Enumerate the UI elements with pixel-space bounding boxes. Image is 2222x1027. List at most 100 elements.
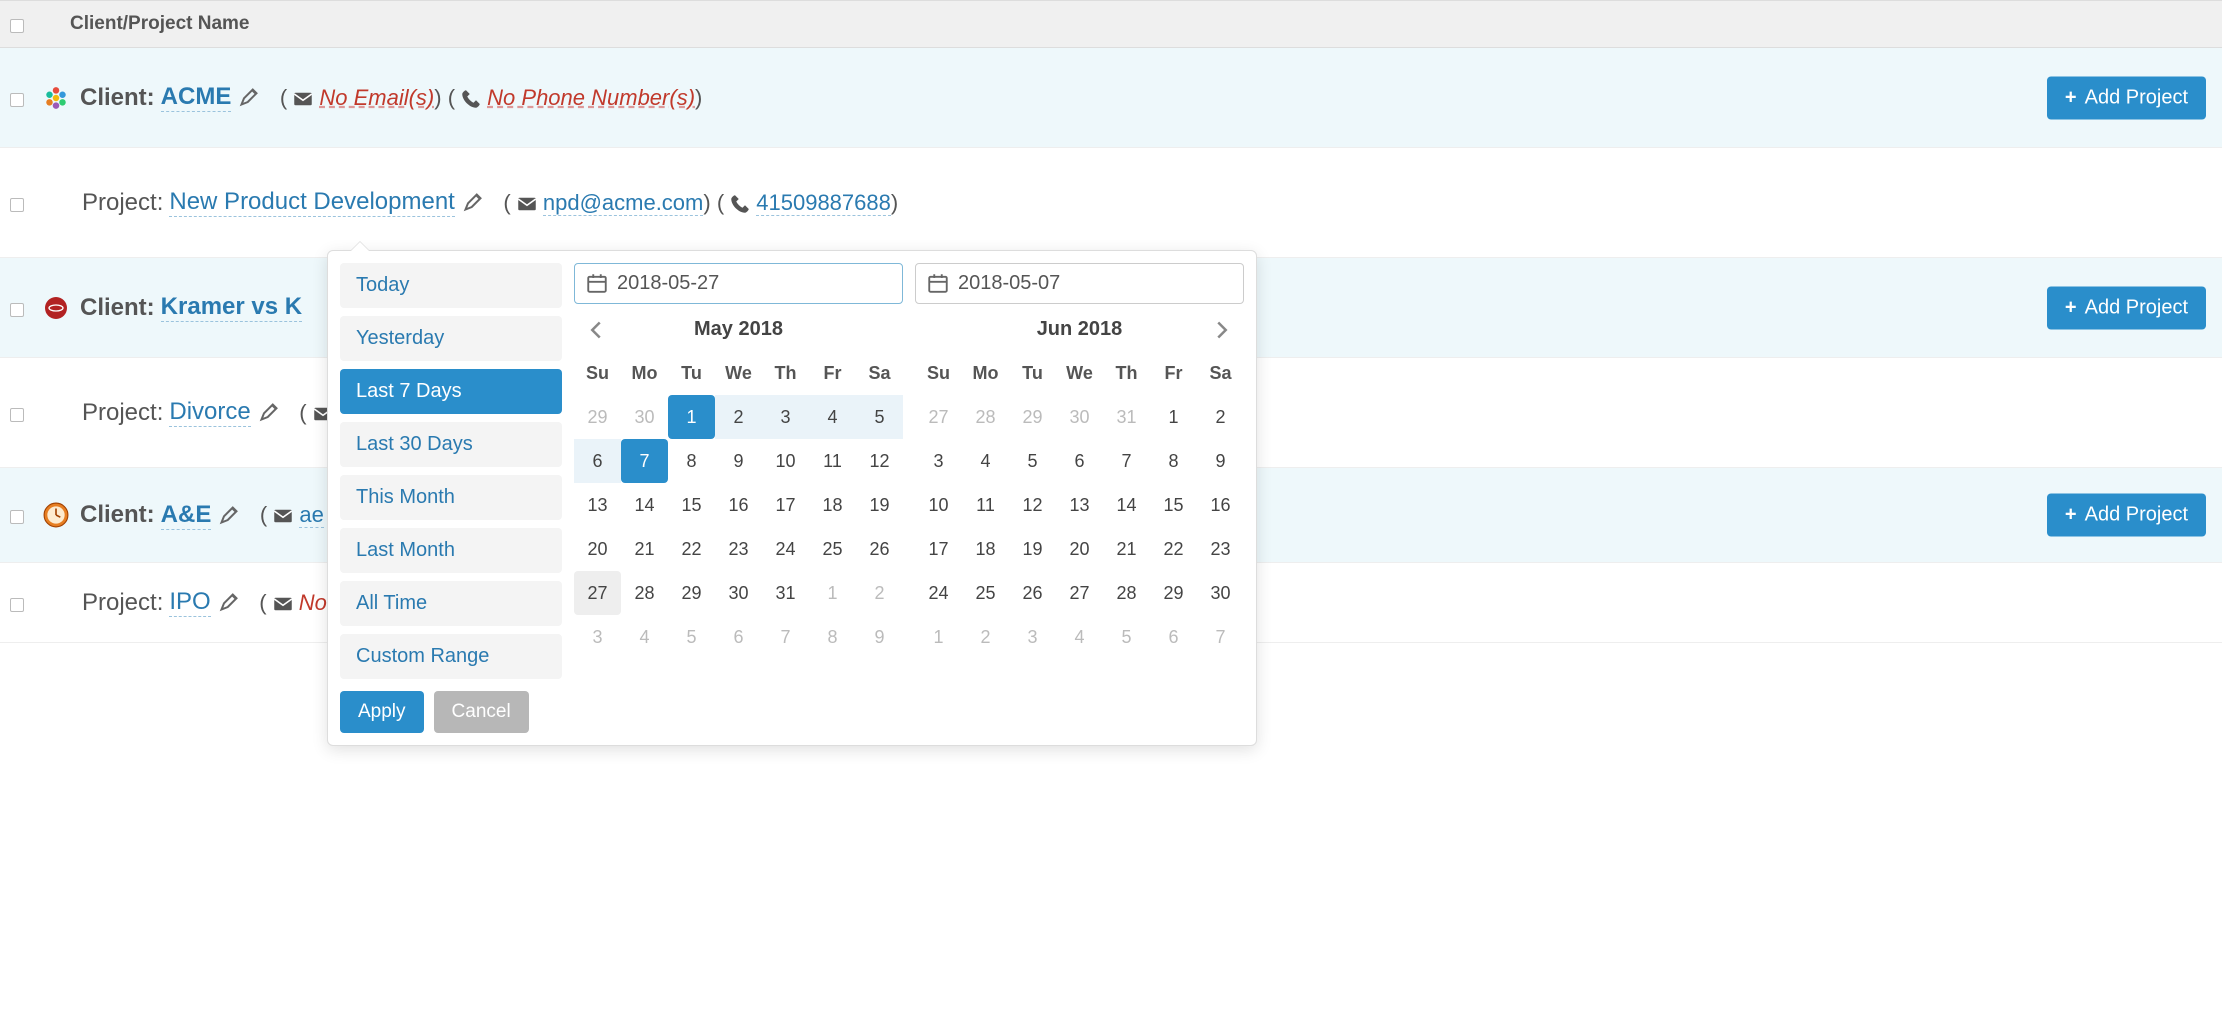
project-phone-link[interactable]: 41509887688 <box>756 190 891 216</box>
calendar-day[interactable]: 11 <box>809 439 856 483</box>
calendar-day[interactable]: 7 <box>1103 439 1150 483</box>
calendar-day[interactable]: 3 <box>762 395 809 439</box>
calendar-day[interactable]: 22 <box>1150 527 1197 571</box>
range-preset[interactable]: Today <box>340 263 562 308</box>
calendar-day[interactable]: 13 <box>574 483 621 527</box>
calendar-day[interactable]: 22 <box>668 527 715 571</box>
next-month-button[interactable] <box>1206 313 1238 346</box>
calendar-day[interactable]: 14 <box>621 483 668 527</box>
project-name-link[interactable]: Divorce <box>169 398 250 427</box>
calendar-day[interactable]: 10 <box>915 483 962 527</box>
calendar-day[interactable]: 1 <box>668 395 715 439</box>
calendar-day[interactable]: 12 <box>1009 483 1056 527</box>
calendar-day[interactable]: 23 <box>715 527 762 571</box>
calendar-day[interactable]: 16 <box>715 483 762 527</box>
client-name-link[interactable]: ACME <box>161 83 232 112</box>
range-preset[interactable]: Last 7 Days <box>340 369 562 414</box>
edit-client-icon[interactable] <box>239 87 259 109</box>
calendar-day[interactable]: 30 <box>715 571 762 615</box>
calendar-day[interactable]: 10 <box>762 439 809 483</box>
calendar-day[interactable]: 26 <box>1009 571 1056 615</box>
calendar-day[interactable]: 9 <box>715 439 762 483</box>
apply-button[interactable]: Apply <box>340 691 424 733</box>
add-project-button[interactable]: +Add Project <box>2047 76 2206 119</box>
calendar-day[interactable]: 31 <box>762 571 809 615</box>
edit-project-icon[interactable] <box>259 402 279 424</box>
calendar-day[interactable]: 15 <box>668 483 715 527</box>
client-name-link[interactable]: Kramer vs K <box>161 293 302 322</box>
end-date-input-wrap[interactable] <box>915 263 1244 304</box>
calendar-day[interactable]: 2 <box>1197 395 1244 439</box>
edit-project-icon[interactable] <box>463 192 483 214</box>
calendar-day[interactable]: 17 <box>915 527 962 571</box>
calendar-day[interactable]: 3 <box>915 439 962 483</box>
calendar-day[interactable]: 5 <box>1009 439 1056 483</box>
calendar-day[interactable]: 17 <box>762 483 809 527</box>
calendar-day[interactable]: 5 <box>856 395 903 439</box>
calendar-day[interactable]: 27 <box>1056 571 1103 615</box>
project-name-link[interactable]: IPO <box>169 588 210 617</box>
edit-project-icon[interactable] <box>219 592 239 614</box>
calendar-day[interactable]: 2 <box>715 395 762 439</box>
add-project-button[interactable]: +Add Project <box>2047 494 2206 537</box>
calendar-day[interactable]: 30 <box>1197 571 1244 615</box>
calendar-day[interactable]: 21 <box>621 527 668 571</box>
row-checkbox[interactable] <box>10 93 24 107</box>
calendar-day[interactable]: 25 <box>809 527 856 571</box>
end-date-input[interactable] <box>958 272 1231 295</box>
range-preset[interactable]: Yesterday <box>340 316 562 361</box>
calendar-day[interactable]: 4 <box>809 395 856 439</box>
range-preset[interactable]: Last Month <box>340 528 562 573</box>
calendar-day[interactable]: 6 <box>1056 439 1103 483</box>
client-email-link[interactable]: ae <box>299 502 323 528</box>
range-preset[interactable]: Last 30 Days <box>340 422 562 467</box>
calendar-day[interactable]: 24 <box>762 527 809 571</box>
calendar-day[interactable]: 28 <box>621 571 668 615</box>
calendar-day[interactable]: 12 <box>856 439 903 483</box>
cancel-button[interactable]: Cancel <box>434 691 529 733</box>
calendar-day[interactable]: 29 <box>1150 571 1197 615</box>
prev-month-button[interactable] <box>580 313 612 346</box>
row-checkbox[interactable] <box>10 598 24 612</box>
calendar-day[interactable]: 18 <box>962 527 1009 571</box>
no-email-link[interactable]: No Email(s) <box>319 85 434 110</box>
select-all-checkbox[interactable] <box>10 19 24 33</box>
calendar-day[interactable]: 1 <box>1150 395 1197 439</box>
row-checkbox[interactable] <box>10 510 24 524</box>
calendar-day[interactable]: 11 <box>962 483 1009 527</box>
calendar-day[interactable]: 18 <box>809 483 856 527</box>
calendar-day[interactable]: 8 <box>1150 439 1197 483</box>
calendar-day[interactable]: 9 <box>1197 439 1244 483</box>
start-date-input-wrap[interactable] <box>574 263 903 304</box>
row-checkbox[interactable] <box>10 303 24 317</box>
calendar-day[interactable]: 19 <box>856 483 903 527</box>
calendar-day[interactable]: 14 <box>1103 483 1150 527</box>
row-checkbox[interactable] <box>10 198 24 212</box>
calendar-day[interactable]: 19 <box>1009 527 1056 571</box>
edit-client-icon[interactable] <box>219 504 239 526</box>
calendar-day[interactable]: 6 <box>574 439 621 483</box>
calendar-day[interactable]: 16 <box>1197 483 1244 527</box>
project-email-link[interactable]: npd@acme.com <box>543 190 704 216</box>
calendar-day[interactable]: 13 <box>1056 483 1103 527</box>
calendar-day[interactable]: 15 <box>1150 483 1197 527</box>
row-checkbox[interactable] <box>10 408 24 422</box>
range-preset[interactable]: This Month <box>340 475 562 520</box>
calendar-day[interactable]: 4 <box>962 439 1009 483</box>
range-preset[interactable]: Custom Range <box>340 634 562 679</box>
calendar-day[interactable]: 20 <box>574 527 621 571</box>
calendar-day[interactable]: 24 <box>915 571 962 615</box>
range-preset[interactable]: All Time <box>340 581 562 626</box>
calendar-day[interactable]: 7 <box>621 439 668 483</box>
start-date-input[interactable] <box>617 272 890 295</box>
add-project-button[interactable]: +Add Project <box>2047 286 2206 329</box>
calendar-day[interactable]: 20 <box>1056 527 1103 571</box>
calendar-day[interactable]: 23 <box>1197 527 1244 571</box>
calendar-day[interactable]: 26 <box>856 527 903 571</box>
calendar-day[interactable]: 27 <box>574 571 621 615</box>
calendar-day[interactable]: 28 <box>1103 571 1150 615</box>
calendar-day[interactable]: 25 <box>962 571 1009 615</box>
client-name-link[interactable]: A&E <box>161 501 212 530</box>
project-name-link[interactable]: New Product Development <box>169 188 454 217</box>
calendar-day[interactable]: 8 <box>668 439 715 483</box>
